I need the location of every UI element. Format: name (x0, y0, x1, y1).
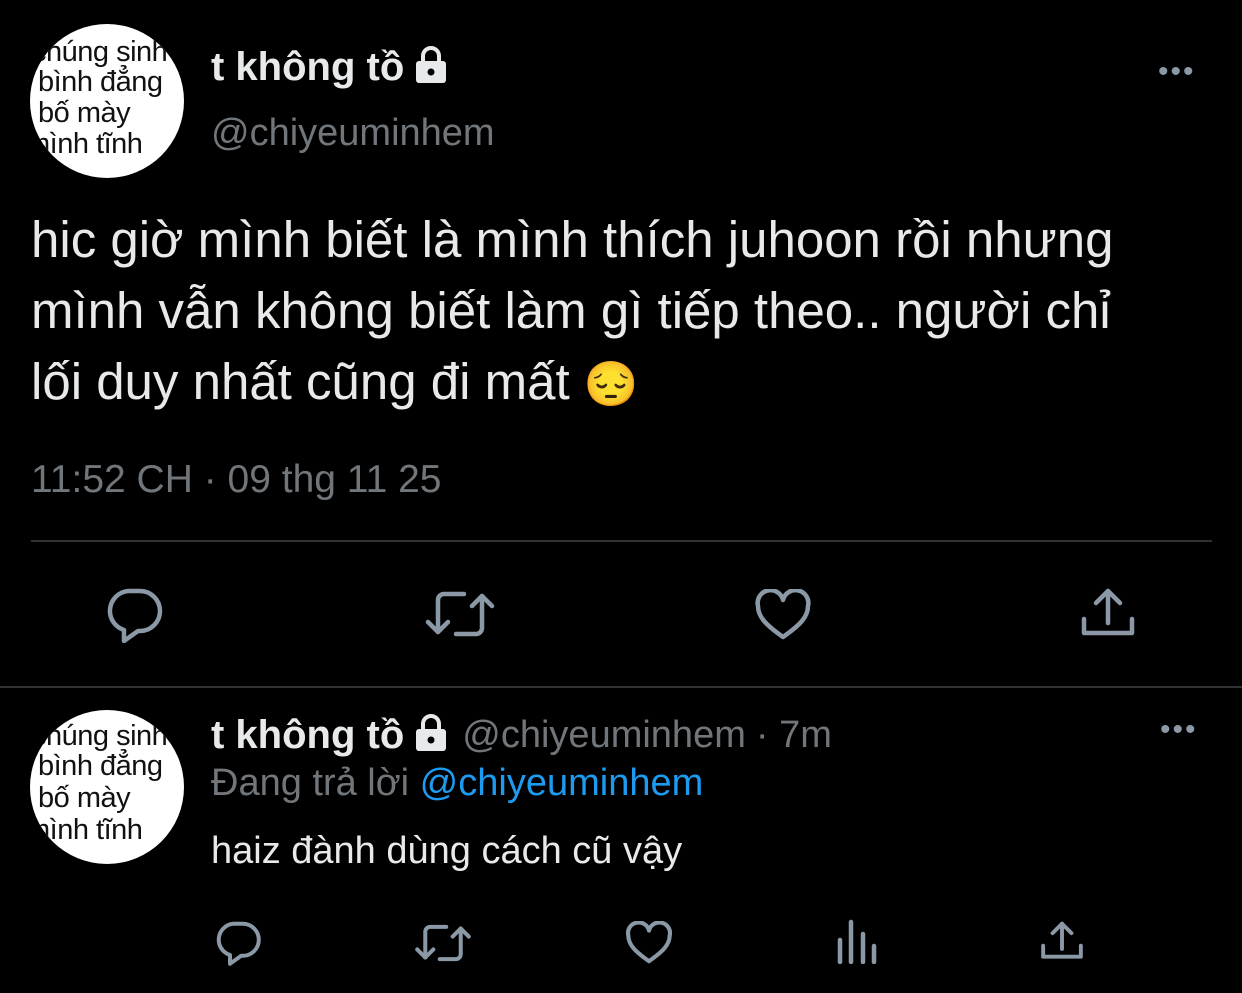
avatar[interactable]: chúng sinh bình đẳng bố mày mình tĩnh (30, 24, 184, 178)
user-handle[interactable]: @chiyeuminhem (211, 112, 495, 155)
reply-icon[interactable] (214, 920, 262, 966)
reply-icon[interactable] (104, 587, 164, 643)
reply-text: haiz đành dùng cách cũ vậy (211, 830, 683, 872)
more-options-icon[interactable]: ••• (1160, 715, 1198, 745)
share-icon[interactable] (1080, 585, 1136, 641)
tweet-timestamp[interactable]: 11:52 CH · 09 thg 11 25 (31, 458, 442, 502)
avatar-text: bình đẳng (38, 750, 163, 782)
tweet-text-line: hic giờ mình biết là mình thích juhoon r… (31, 211, 1114, 268)
like-icon[interactable] (625, 921, 673, 965)
lock-icon (412, 713, 450, 758)
share-icon[interactable] (1040, 918, 1084, 964)
avatar-text: mình tĩnh (30, 128, 143, 160)
more-options-icon[interactable]: ••• (1158, 57, 1196, 87)
time-ago: · 7m (755, 713, 832, 756)
replying-to-link[interactable]: @chiyeuminhem (420, 762, 704, 804)
user-handle[interactable]: @chiyeuminhem (462, 714, 746, 757)
display-name[interactable]: t không tồ (211, 713, 404, 758)
avatar[interactable]: chúng sinh bình đẳng bố mày mình tĩnh (30, 710, 184, 864)
avatar-text: mình tĩnh (30, 814, 143, 846)
avatar-text: bố mày (38, 97, 131, 129)
section-divider (0, 686, 1242, 688)
retweet-icon[interactable] (414, 922, 472, 964)
display-name[interactable]: t không tồ (211, 45, 404, 90)
tweet-text-line: mình vẫn không biết làm gì tiếp theo.. n… (31, 282, 1111, 339)
lock-icon (412, 45, 450, 90)
views-icon[interactable] (836, 918, 878, 964)
avatar-text: chúng sinh (32, 36, 168, 68)
divider (31, 540, 1212, 542)
avatar-text: bố mày (38, 782, 131, 814)
tweet-text-span: lối duy nhất cũng đi mất (31, 353, 570, 410)
replying-to: Đang trả lời @chiyeuminhem (211, 762, 703, 805)
avatar-text: chúng sinh (32, 720, 168, 752)
tweet-text-line: lối duy nhất cũng đi mất 😔 (31, 346, 1114, 420)
tweet-body: hic giờ mình biết là mình thích juhoon r… (31, 204, 1114, 420)
like-icon[interactable] (754, 589, 812, 641)
avatar-text: bình đẳng (38, 66, 163, 98)
replying-prefix: Đang trả lời (211, 762, 410, 804)
retweet-icon[interactable] (424, 588, 496, 640)
pensive-emoji-icon: 😔 (583, 360, 639, 409)
